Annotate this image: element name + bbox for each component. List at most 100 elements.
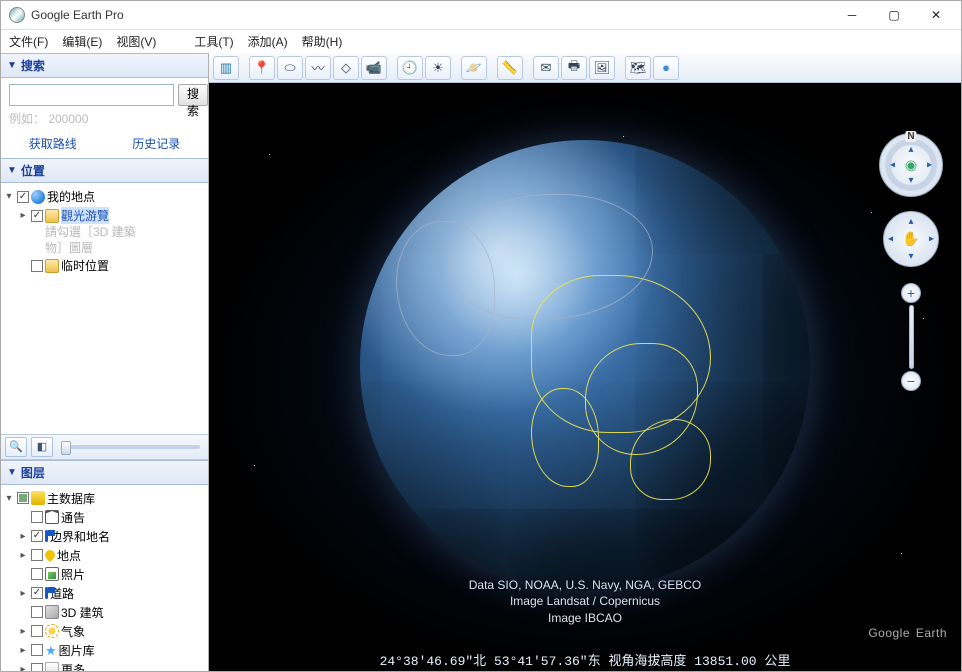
- expand-toggle[interactable]: ▾: [3, 191, 15, 202]
- my-places-label[interactable]: 我的地点: [47, 188, 95, 205]
- globe-viewer[interactable]: ▥ 📍 ⬭ 〰 ◇ 📹 🕘 ☀ 🪐 📏 ✉ 🖶 🖼 🗺 ●: [209, 53, 961, 671]
- space-background[interactable]: Data SIO, NOAA, U.S. Navy, NGA, GEBCO Im…: [209, 83, 961, 671]
- add-path-button[interactable]: 〰: [305, 56, 331, 80]
- directions-link[interactable]: 获取路线: [29, 135, 77, 152]
- pan-left-arrow[interactable]: ◂: [888, 234, 893, 245]
- checkbox[interactable]: [31, 663, 43, 671]
- save-image-button[interactable]: 🖼: [589, 56, 615, 80]
- expand-toggle[interactable]: ▸: [17, 550, 29, 561]
- sunlight-button[interactable]: ☀: [425, 56, 451, 80]
- expand-toggle[interactable]: ▸: [17, 626, 29, 637]
- search-panel: 搜索 例如： 200000: [1, 78, 208, 131]
- checkbox[interactable]: [31, 644, 43, 656]
- globe[interactable]: [360, 140, 810, 590]
- planet-button[interactable]: 🪐: [461, 56, 487, 80]
- layer-announcements[interactable]: 通告: [61, 509, 85, 526]
- look-right-arrow[interactable]: ▸: [927, 160, 932, 171]
- zoom-in-button[interactable]: +: [901, 283, 921, 303]
- checkbox[interactable]: [31, 606, 43, 618]
- close-button[interactable]: ✕: [915, 1, 957, 29]
- record-tour-button[interactable]: 📹: [361, 56, 387, 80]
- layers-tree[interactable]: ▾ 主数据库 通告 ▸边界和地名 ▸地点 照片 ▸道路 3D 建筑 ▸气象 ▸★…: [1, 485, 208, 671]
- opacity-slider[interactable]: [61, 445, 200, 449]
- zoom-control: + −: [901, 283, 921, 391]
- collapse-icon: ▼: [7, 60, 17, 71]
- places-pane-icon[interactable]: ◧: [31, 437, 53, 457]
- checkbox[interactable]: [31, 568, 43, 580]
- pan-up-arrow[interactable]: ▴: [908, 216, 913, 227]
- attribution: Data SIO, NOAA, U.S. Navy, NGA, GEBCO Im…: [209, 577, 961, 627]
- ruler-button[interactable]: 📏: [497, 56, 523, 80]
- history-button[interactable]: 🕘: [397, 56, 423, 80]
- expand-toggle[interactable]: ▸: [17, 588, 29, 599]
- expand-toggle[interactable]: ▾: [3, 493, 15, 504]
- layer-photos[interactable]: 照片: [61, 566, 85, 583]
- checkbox[interactable]: [31, 260, 43, 272]
- layer-weather[interactable]: 气象: [61, 623, 85, 640]
- menu-tools[interactable]: 工具(T): [194, 33, 233, 50]
- email-button[interactable]: ✉: [533, 56, 559, 80]
- checkbox[interactable]: [17, 191, 29, 203]
- layer-borders[interactable]: 边界和地名: [50, 528, 110, 545]
- layers-panel-header[interactable]: ▼ 图层: [1, 460, 208, 485]
- checkbox[interactable]: [31, 210, 43, 222]
- tour-item[interactable]: 觀光游覽: [61, 207, 109, 224]
- expand-toggle[interactable]: ▸: [17, 664, 29, 671]
- viewer-toolbar: ▥ 📍 ⬭ 〰 ◇ 📹 🕘 ☀ 🪐 📏 ✉ 🖶 🖼 🗺 ●: [209, 53, 961, 83]
- search-button[interactable]: 搜索: [178, 84, 208, 106]
- layer-3d[interactable]: 3D 建筑: [61, 604, 104, 621]
- checkbox[interactable]: [31, 549, 43, 561]
- compass-control[interactable]: N ◉ ▴ ▾ ◂ ▸: [879, 133, 943, 197]
- expand-toggle[interactable]: ▸: [17, 210, 29, 221]
- look-down-arrow[interactable]: ▾: [908, 175, 913, 186]
- places-panel-header[interactable]: ▼ 位置: [1, 158, 208, 183]
- look-up-arrow[interactable]: ▴: [908, 144, 913, 155]
- sphere-button[interactable]: ●: [653, 56, 679, 80]
- layer-db[interactable]: 主数据库: [47, 490, 95, 507]
- pan-control[interactable]: ✋ ▴ ▾ ◂ ▸: [883, 211, 939, 267]
- more-icon: [45, 662, 59, 671]
- checkbox[interactable]: [17, 492, 29, 504]
- menu-help[interactable]: 帮助(H): [302, 33, 343, 50]
- menu-edit[interactable]: 编辑(E): [62, 33, 102, 50]
- places-header-label: 位置: [21, 162, 45, 179]
- expand-toggle[interactable]: ▸: [17, 645, 29, 656]
- menu-view[interactable]: 视图(V): [116, 33, 156, 50]
- add-polygon-button[interactable]: ⬭: [277, 56, 303, 80]
- maximize-button[interactable]: ▢: [873, 1, 915, 29]
- layer-more[interactable]: 更多: [61, 661, 85, 671]
- layer-places[interactable]: 地点: [57, 547, 81, 564]
- add-overlay-button[interactable]: ◇: [333, 56, 359, 80]
- view-in-maps-button[interactable]: 🗺: [625, 56, 651, 80]
- checkbox[interactable]: [31, 625, 43, 637]
- eye-icon: ◉: [905, 157, 917, 174]
- temp-places-label[interactable]: 临时位置: [61, 257, 109, 274]
- pan-down-arrow[interactable]: ▾: [908, 251, 913, 262]
- search-input[interactable]: [9, 84, 174, 106]
- print-button[interactable]: 🖶: [561, 56, 587, 80]
- menu-add[interactable]: 添加(A): [248, 33, 288, 50]
- app-icon: [9, 7, 25, 23]
- search-panel-header[interactable]: ▼ 搜索: [1, 53, 208, 78]
- flag-icon: [45, 530, 48, 542]
- toggle-sidebar-button[interactable]: ▥: [213, 56, 239, 80]
- places-toolbar: 🔍 ◧: [1, 434, 208, 460]
- add-placemark-button[interactable]: 📍: [249, 56, 275, 80]
- checkbox[interactable]: [31, 511, 43, 523]
- places-tree[interactable]: ▾ 我的地点 ▸ 觀光游覽 請勾選［3D 建築物］圖層: [1, 183, 208, 434]
- north-label: N: [905, 131, 916, 142]
- expand-toggle[interactable]: ▸: [17, 531, 29, 542]
- look-left-arrow[interactable]: ◂: [890, 160, 895, 171]
- places-search-icon[interactable]: 🔍: [5, 437, 27, 457]
- sidebar: ▼ 搜索 搜索 例如： 200000 获取路线 历史记录 ▼ 位置 ▾: [1, 53, 209, 671]
- menu-file[interactable]: 文件(F): [9, 33, 48, 50]
- checkbox[interactable]: [31, 587, 43, 599]
- menubar: 文件(F) 编辑(E) 视图(V) 工具(T) 添加(A) 帮助(H): [1, 29, 961, 53]
- minimize-button[interactable]: ─: [831, 1, 873, 29]
- pan-right-arrow[interactable]: ▸: [929, 234, 934, 245]
- zoom-out-button[interactable]: −: [901, 371, 921, 391]
- zoom-slider[interactable]: [909, 305, 914, 369]
- checkbox[interactable]: [31, 530, 43, 542]
- layer-gallery[interactable]: 图片库: [59, 642, 95, 659]
- history-link[interactable]: 历史记录: [132, 135, 180, 152]
